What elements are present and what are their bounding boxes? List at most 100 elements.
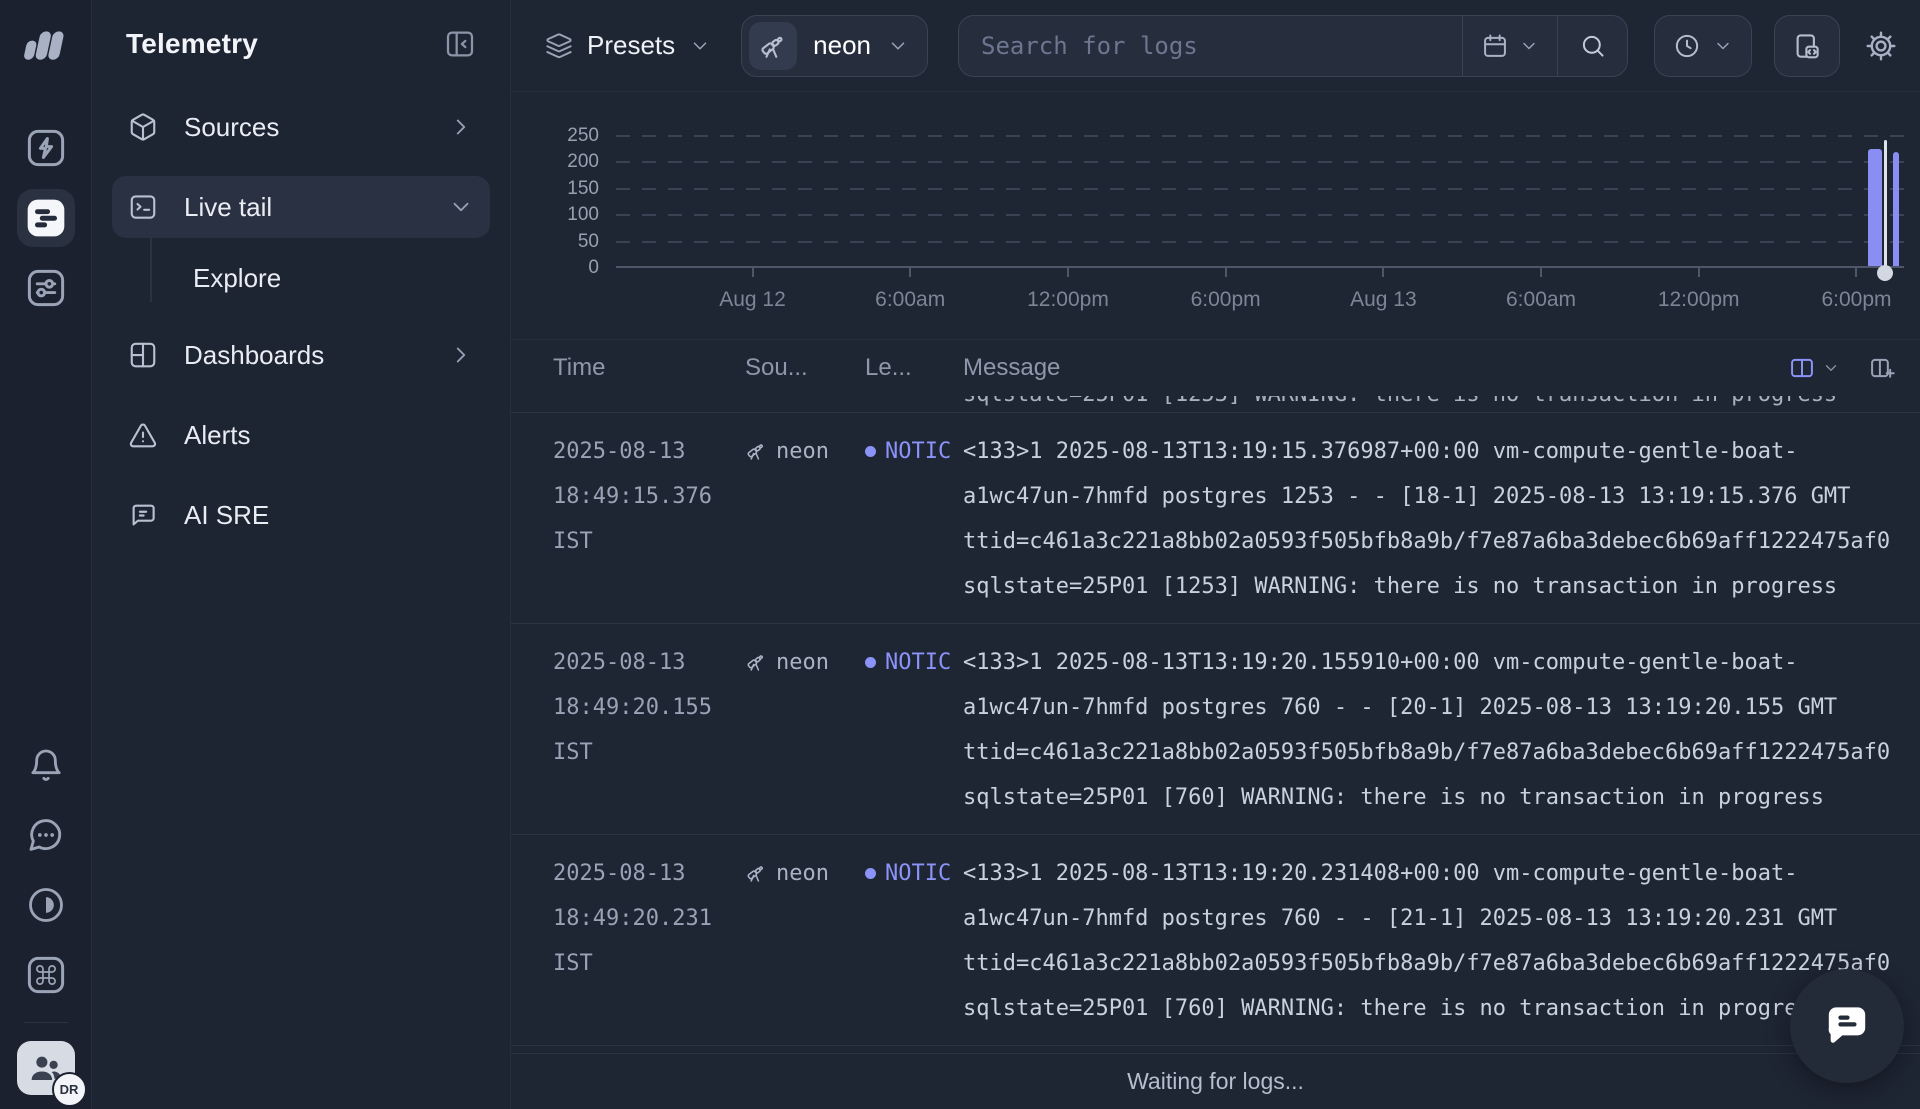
log-row[interactable]: 2025-08-1318:49:20.231ISTneonNOTIC<133>1… <box>511 835 1920 1046</box>
message-icon <box>128 500 158 530</box>
x-axis-tick-label: Aug 13 <box>1350 288 1417 312</box>
command-menu-button[interactable] <box>17 946 75 1004</box>
add-column-icon <box>1868 354 1896 382</box>
live-cursor-line[interactable] <box>1884 140 1887 273</box>
theme-contrast-button[interactable] <box>17 876 75 934</box>
terminal-icon <box>128 192 158 222</box>
log-message: <133>1 2025-08-13T13:19:20.155910+00:00 … <box>963 640 1920 820</box>
box-icon <box>128 112 158 142</box>
telescope-icon <box>745 862 767 884</box>
metrics-sliders-button[interactable] <box>17 259 75 317</box>
y-axis-tick-label: 100 <box>511 204 599 226</box>
status-bar: Waiting for logs... <box>511 1053 1920 1109</box>
chart-plot-area <box>616 136 1904 268</box>
topbar: Presets neon <box>511 0 1920 92</box>
y-axis-tick-label: 200 <box>511 151 599 173</box>
y-axis-tick-label: 250 <box>511 125 599 147</box>
sidebar-item-sources[interactable]: Sources <box>112 96 490 158</box>
calendar-dropdown[interactable] <box>1462 16 1557 76</box>
x-axis-tick <box>752 266 754 277</box>
x-axis-tick-label: 6:00pm <box>1821 288 1891 312</box>
column-header-source[interactable]: Sou... <box>745 354 865 382</box>
log-source: neon <box>745 640 865 820</box>
telescope-icon <box>745 440 767 462</box>
x-axis-tick <box>1225 266 1227 277</box>
presets-label: Presets <box>587 30 675 61</box>
sidebar-item-label: AI SRE <box>184 500 269 531</box>
sidebar-item-alerts[interactable]: Alerts <box>112 404 490 466</box>
calendar-icon <box>1481 32 1509 60</box>
sidebar: Telemetry Sources Live tail Explore Dashboa… <box>92 0 511 1109</box>
column-header-message[interactable]: Message <box>963 354 1060 382</box>
log-level: NOTIC <box>865 851 963 1031</box>
code-panel-button[interactable] <box>1774 15 1840 77</box>
alert-icon <box>128 420 158 450</box>
chat-bubble-icon <box>1819 998 1875 1054</box>
telescope-icon <box>745 651 767 673</box>
x-axis-tick <box>909 266 911 277</box>
presets-dropdown[interactable]: Presets <box>545 30 711 61</box>
search-input[interactable] <box>959 16 1462 76</box>
live-cursor-handle[interactable] <box>1877 265 1893 281</box>
quickstart-lightning-button[interactable] <box>17 119 75 177</box>
source-filter-dropdown[interactable]: neon <box>741 15 928 77</box>
page-title: Telemetry <box>126 28 258 60</box>
y-axis-tick-label: 0 <box>511 257 599 279</box>
log-source: neon <box>745 429 865 609</box>
sidebar-item-label: Explore <box>193 263 281 294</box>
logs-button[interactable] <box>17 189 75 247</box>
user-avatar[interactable]: DR <box>17 1041 75 1095</box>
main-content: Presets neon <box>511 0 1920 1109</box>
sidebar-item-dashboards[interactable]: Dashboards <box>112 324 490 386</box>
x-axis-tick <box>1382 266 1384 277</box>
gear-icon <box>1864 29 1898 63</box>
sidebar-item-live-tail[interactable]: Live tail <box>112 176 490 238</box>
chevron-down-icon <box>689 35 711 57</box>
settings-gear-button[interactable] <box>1864 29 1898 63</box>
chevron-down-icon <box>1519 36 1539 56</box>
log-rows: 2025-08-1318:49:15.376ISTneonNOTIC<133>1… <box>511 413 1920 1053</box>
chevron-down-icon <box>887 35 909 57</box>
add-column-button[interactable] <box>1868 354 1896 382</box>
level-dot <box>865 657 876 668</box>
clipped-log-row[interactable]: sqlstate=25P01 [1253] WARNING: there is … <box>511 396 1920 413</box>
log-level: NOTIC <box>865 429 963 609</box>
search-bar <box>958 15 1628 77</box>
chevron-right-icon <box>448 114 474 140</box>
feedback-chat-button[interactable] <box>17 806 75 864</box>
x-axis-tick-label: 6:00am <box>1506 288 1576 312</box>
chart-bar <box>1893 152 1899 266</box>
app-window: DR Telemetry Sources Live tail Explore Dash… <box>0 0 1920 1109</box>
y-axis-tick-label: 150 <box>511 178 599 200</box>
log-message: <133>1 2025-08-13T13:19:15.376987+00:00 … <box>963 429 1920 609</box>
log-row[interactable]: 2025-08-1318:49:15.376ISTneonNOTIC<133>1… <box>511 413 1920 624</box>
gridline <box>616 135 1904 137</box>
chat-fab-button[interactable] <box>1790 969 1904 1083</box>
search-button[interactable] <box>1557 16 1627 76</box>
columns-layout-icon <box>1788 354 1816 382</box>
layers-icon <box>545 32 573 60</box>
sidebar-item-explore[interactable]: Explore <box>112 250 490 306</box>
column-header-level[interactable]: Le... <box>865 354 963 382</box>
log-time: 2025-08-1318:49:20.231IST <box>553 851 745 1031</box>
time-range-dropdown[interactable] <box>1654 15 1752 77</box>
column-header-time[interactable]: Time <box>553 354 745 382</box>
sidebar-item-label: Live tail <box>184 192 272 223</box>
x-axis-tick-label: 12:00pm <box>1027 288 1109 312</box>
chart-bar <box>1868 149 1882 266</box>
columns-layout-button[interactable] <box>1788 354 1840 382</box>
log-volume-chart: Aug 126:00am12:00pm6:00pmAug 136:00am12:… <box>511 92 1920 340</box>
waiting-status: Waiting for logs... <box>1127 1068 1304 1095</box>
avatar-badge: DR <box>52 1072 87 1107</box>
log-time: 2025-08-1318:49:15.376IST <box>553 429 745 609</box>
table-header: Time Sou... Le... Message <box>511 340 1920 396</box>
gridline <box>616 214 1904 216</box>
collapse-sidebar-button[interactable] <box>444 28 476 60</box>
sidebar-item-ai-sre[interactable]: AI SRE <box>112 484 490 546</box>
log-row[interactable]: 2025-08-1318:49:20.155ISTneonNOTIC<133>1… <box>511 624 1920 835</box>
chevron-down-icon <box>1713 36 1733 56</box>
chevron-down-icon <box>1822 359 1840 377</box>
notifications-bell-button[interactable] <box>17 736 75 794</box>
chevron-right-icon <box>448 342 474 368</box>
log-source: neon <box>745 851 865 1031</box>
